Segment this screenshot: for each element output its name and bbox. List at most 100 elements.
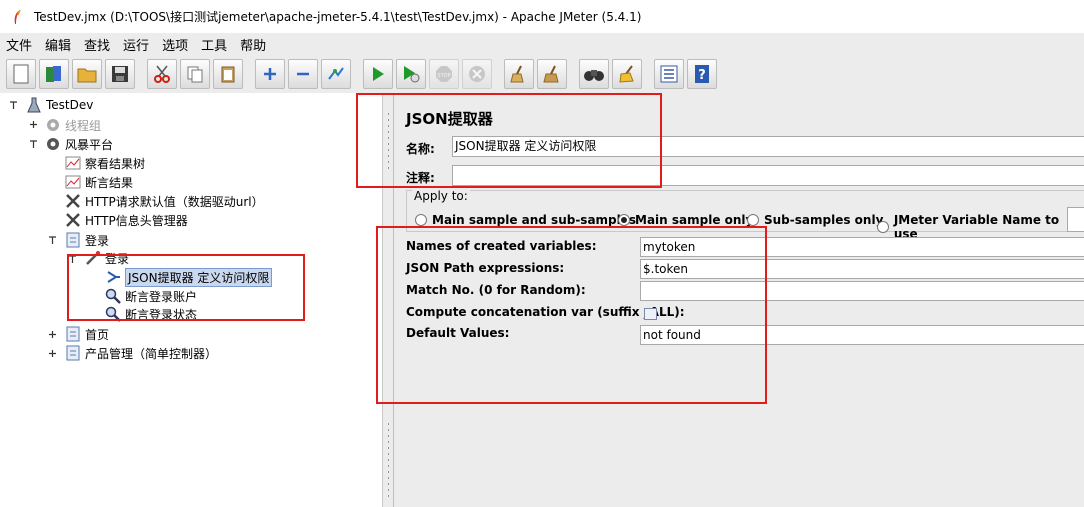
- clear-button[interactable]: [504, 59, 534, 89]
- menu-tools[interactable]: 工具: [201, 35, 227, 54]
- extractor-arrow-icon: [105, 269, 121, 285]
- shutdown-button[interactable]: [462, 59, 492, 89]
- tree-toggle-login[interactable]: [48, 236, 57, 245]
- split-pane-divider[interactable]: [383, 93, 394, 507]
- tree-item-home[interactable]: 首页: [65, 325, 109, 343]
- tree-item-login-controller[interactable]: 登录: [65, 231, 109, 249]
- radio-main-and-sub[interactable]: Main sample and sub-samples: [415, 213, 636, 227]
- radio-label: Main sample and sub-samples: [432, 213, 637, 227]
- clear-all-button[interactable]: [537, 59, 567, 89]
- test-plan-tree: TestDev 线程组 风暴平台 察看结果树 断言结果 HTTP请求默认值（数据…: [0, 93, 383, 507]
- menu-edit[interactable]: 编辑: [45, 35, 71, 54]
- paste-button[interactable]: [213, 59, 243, 89]
- title-bar: TestDev.jmx (D:\TOOS\接口测试jemeter\apache-…: [0, 0, 1084, 33]
- menu-file[interactable]: 文件: [6, 35, 32, 54]
- magnifier-icon: [105, 288, 121, 304]
- jmeter-feather-icon: [10, 9, 24, 25]
- templates-icon: [46, 66, 61, 82]
- start-button[interactable]: [363, 59, 393, 89]
- stop-button[interactable]: STOP: [429, 59, 459, 89]
- match-no-field[interactable]: [640, 281, 1084, 301]
- menu-run[interactable]: 运行: [123, 35, 149, 54]
- toggle-button[interactable]: [321, 59, 351, 89]
- save-icon: [112, 66, 128, 82]
- play-no-timers-icon: [404, 66, 420, 83]
- magnifier-icon: [105, 306, 121, 322]
- tree-item-label: 断言登录状态: [125, 307, 198, 322]
- json-path-field[interactable]: $.token: [640, 259, 1084, 279]
- start-no-pauses-button[interactable]: [396, 59, 426, 89]
- tree-item-platform[interactable]: 风暴平台: [45, 135, 113, 153]
- panel-title: JSON提取器: [406, 110, 493, 128]
- jmeter-variable-field[interactable]: [1067, 207, 1084, 232]
- toolbar: STOP ?: [0, 55, 1084, 93]
- svg-text:STOP: STOP: [437, 73, 450, 79]
- menu-options[interactable]: 选项: [162, 35, 188, 54]
- function-helper-button[interactable]: [654, 59, 684, 89]
- concat-label: Compute concatenation var (suffix _ALL):: [406, 305, 685, 319]
- tree-toggle-home[interactable]: [48, 330, 57, 339]
- broom-search-icon: [619, 65, 634, 83]
- tree-item-label: 风暴平台: [65, 137, 114, 152]
- tree-item-label: 断言结果: [85, 175, 134, 190]
- gear-icon: [45, 136, 61, 152]
- reset-search-button[interactable]: [612, 59, 642, 89]
- plus-icon: [264, 68, 276, 80]
- copy-button[interactable]: [180, 59, 210, 89]
- tree-item-login-sampler[interactable]: 登录: [85, 249, 129, 267]
- tree-item-thread-group[interactable]: 线程组: [45, 116, 101, 134]
- cut-button[interactable]: [147, 59, 177, 89]
- radio-sub-only[interactable]: Sub-samples only: [747, 213, 883, 227]
- names-label: Names of created variables:: [406, 239, 597, 253]
- gear-icon: [45, 117, 61, 133]
- save-button[interactable]: [105, 59, 135, 89]
- help-icon: ?: [695, 65, 709, 83]
- names-field[interactable]: mytoken: [640, 237, 1084, 257]
- open-button[interactable]: [72, 59, 102, 89]
- controller-icon: [65, 232, 81, 248]
- json-path-label: JSON Path expressions:: [406, 261, 565, 275]
- tree-item-http-defaults[interactable]: HTTP请求默认值（数据驱动url）: [65, 192, 264, 210]
- stop-icon: STOP: [436, 66, 452, 82]
- help-button[interactable]: ?: [687, 59, 717, 89]
- graph-icon: [65, 174, 81, 190]
- apply-to-label: Apply to:: [412, 189, 470, 203]
- tree-toggle-login-sampler[interactable]: [68, 255, 77, 264]
- comment-label: 注释:: [406, 171, 435, 185]
- name-field[interactable]: JSON提取器 定义访问权限: [452, 136, 1084, 157]
- tree-toggle-threadgroup[interactable]: [29, 120, 38, 129]
- new-icon: [13, 64, 29, 84]
- tree-item-view-results[interactable]: 察看结果树: [65, 154, 145, 172]
- tree-toggle-platform[interactable]: [29, 140, 38, 149]
- binoculars-icon: [584, 70, 604, 81]
- tree-item-label: 产品管理（简单控制器）: [85, 346, 218, 361]
- broom-all-icon: [543, 65, 559, 83]
- tree-item-assert-account[interactable]: 断言登录账户: [105, 287, 197, 305]
- tree-item-assert-status[interactable]: 断言登录状态: [105, 305, 197, 323]
- tree-item-json-extractor[interactable]: JSON提取器 定义访问权限: [105, 267, 273, 287]
- tree-toggle-root[interactable]: [9, 101, 18, 110]
- menu-help[interactable]: 帮助: [240, 35, 266, 54]
- new-button[interactable]: [6, 59, 36, 89]
- default-values-field[interactable]: not found: [640, 325, 1084, 345]
- list-icon: [660, 65, 678, 83]
- tree-item-http-header[interactable]: HTTP信息头管理器: [65, 211, 188, 229]
- graph-icon: [65, 155, 81, 171]
- search-button[interactable]: [579, 59, 609, 89]
- templates-button[interactable]: [39, 59, 69, 89]
- tree-item-testdev[interactable]: TestDev: [26, 96, 93, 114]
- collapse-all-button[interactable]: [288, 59, 318, 89]
- tree-item-product[interactable]: 产品管理（简单控制器）: [65, 344, 217, 362]
- concat-checkbox[interactable]: [644, 308, 657, 320]
- flask-icon: [26, 97, 42, 113]
- radio-main-only[interactable]: Main sample only: [618, 213, 753, 227]
- default-values-label: Default Values:: [406, 326, 510, 340]
- toggle-icon: [328, 67, 344, 80]
- expand-all-button[interactable]: [255, 59, 285, 89]
- tree-toggle-product[interactable]: [48, 349, 57, 358]
- comment-field[interactable]: [452, 165, 1084, 186]
- tree-item-assert-results[interactable]: 断言结果: [65, 173, 133, 191]
- play-icon: [373, 67, 384, 81]
- minus-icon: [297, 72, 309, 76]
- menu-search[interactable]: 查找: [84, 35, 110, 54]
